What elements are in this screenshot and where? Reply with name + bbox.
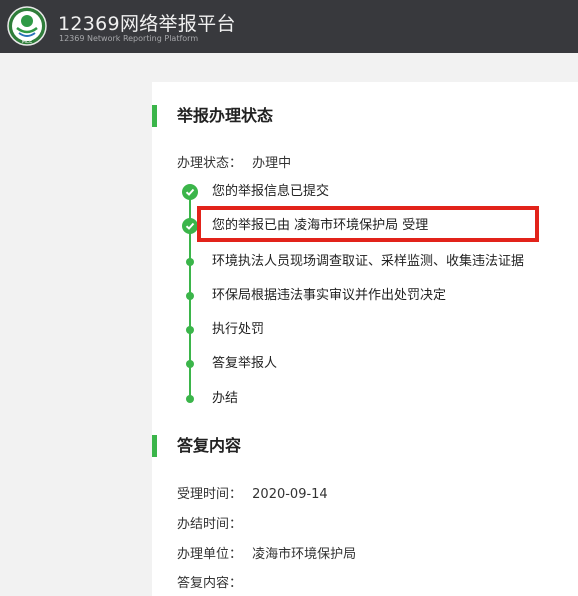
status-line: 办理状态： 办理中	[177, 152, 291, 171]
top-navigation-bar: MEE 12369网络举报平台 12369 Network Reporting …	[0, 0, 578, 53]
step-dot-icon	[186, 326, 194, 334]
reply-field-row: 答复内容：	[177, 572, 248, 591]
timeline-step-label: 您的举报信息已提交	[212, 184, 330, 199]
status-value: 办理中	[252, 156, 292, 171]
timeline-step: 环境执法人员现场调查取证、采样监测、收集违法证据	[152, 250, 572, 274]
reply-section-title: 答复内容	[177, 436, 242, 455]
timeline-step-label: 答复举报人	[212, 356, 278, 371]
timeline-step-label: 环保局根据违法事实审议并作出处罚决定	[212, 288, 447, 303]
step-dot-icon	[186, 292, 194, 300]
check-circle-icon	[182, 184, 198, 200]
timeline-step: 办结	[152, 387, 572, 411]
timeline-step: 答复举报人	[152, 352, 572, 376]
platform-logo-icon[interactable]: MEE	[7, 6, 47, 46]
platform-subtitle: 12369 Network Reporting Platform	[59, 34, 199, 43]
field-label: 办理单位：	[177, 547, 243, 562]
reply-section-heading: 答复内容	[152, 435, 452, 457]
timeline-step: 您的举报信息已提交	[152, 180, 572, 204]
field-value: 凌海市环境保护局	[252, 547, 357, 562]
platform-title: 12369网络举报平台	[58, 13, 236, 35]
check-circle-icon	[182, 218, 198, 234]
field-label: 答复内容：	[177, 576, 243, 591]
status-section-heading: 举报办理状态	[152, 105, 452, 127]
reply-field-row: 受理时间： 2020-09-14	[177, 483, 328, 502]
timeline-step-label: 执行处罚	[212, 322, 265, 337]
report-detail-panel: 举报办理状态 办理状态： 办理中 您的举报信息已提交 您的举报已由 凌海市环境保…	[152, 82, 578, 596]
timeline-step-label: 环境执法人员现场调查取证、采样监测、收集违法证据	[212, 254, 525, 269]
timeline-step: 环保局根据违法事实审议并作出处罚决定	[152, 284, 572, 308]
section-accent-bar	[152, 435, 157, 457]
status-section-title: 举报办理状态	[177, 106, 274, 125]
step-dot-icon	[186, 395, 194, 403]
status-label: 办理状态：	[177, 156, 243, 171]
svg-text:MEE: MEE	[22, 39, 33, 45]
section-accent-bar	[152, 105, 157, 127]
field-label: 办结时间：	[177, 517, 243, 532]
step-dot-icon	[186, 258, 194, 266]
reply-field-row: 办结时间：	[177, 513, 248, 532]
highlight-annotation-box	[197, 206, 539, 242]
timeline-step-label: 办结	[212, 391, 239, 406]
timeline-step: 执行处罚	[152, 318, 572, 342]
field-label: 受理时间：	[177, 487, 243, 502]
field-value: 2020-09-14	[252, 487, 328, 502]
step-dot-icon	[186, 360, 194, 368]
reply-field-row: 办理单位： 凌海市环境保护局	[177, 543, 356, 562]
